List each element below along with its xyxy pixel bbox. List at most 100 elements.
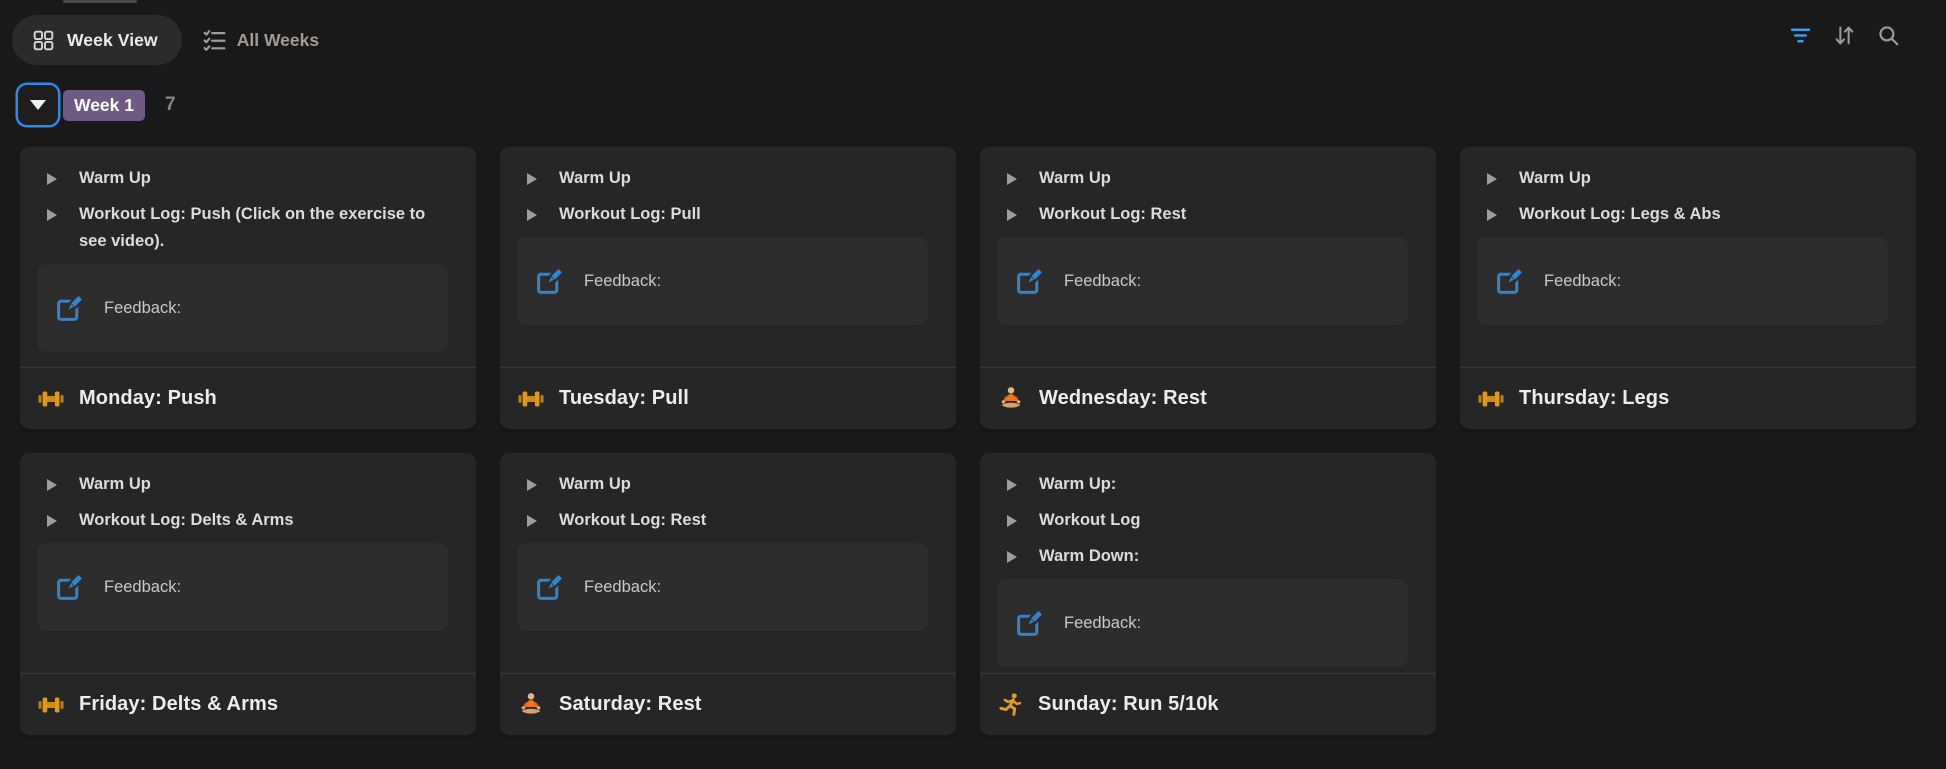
dumbbell-icon bbox=[518, 389, 544, 409]
card-title: Wednesday: Rest bbox=[1039, 387, 1207, 410]
toggle-label: Workout Log bbox=[1039, 507, 1140, 534]
toggle-arrow-icon[interactable] bbox=[47, 201, 79, 221]
group-header: Week 1 7 bbox=[18, 85, 176, 125]
edit-icon bbox=[55, 573, 84, 602]
lotus-person-icon bbox=[518, 692, 544, 718]
feedback-label: Feedback: bbox=[584, 578, 661, 597]
toggle-block[interactable]: Warm Down: bbox=[980, 543, 1436, 570]
edit-icon bbox=[1015, 267, 1044, 296]
toggle-block[interactable]: Workout Log: Delts & Arms bbox=[20, 507, 476, 534]
group-count: 7 bbox=[165, 94, 176, 116]
tab-week-view[interactable]: Week View bbox=[12, 15, 182, 65]
toggle-arrow-icon[interactable] bbox=[47, 507, 79, 527]
card-preview: Warm Up Workout Log: Push (Click on the e… bbox=[20, 147, 476, 367]
toggle-block[interactable]: Warm Up bbox=[500, 471, 956, 498]
edit-icon bbox=[1495, 267, 1524, 296]
toggle-label: Workout Log: Rest bbox=[1039, 201, 1186, 228]
toggle-block[interactable]: Workout Log: Push (Click on the exercise… bbox=[20, 201, 476, 255]
toggle-block[interactable]: Warm Up bbox=[20, 165, 476, 192]
card-title: Sunday: Run 5/10k bbox=[1038, 693, 1219, 716]
card-title: Thursday: Legs bbox=[1519, 387, 1669, 410]
card-title-row[interactable]: Sunday: Run 5/10k bbox=[980, 673, 1436, 735]
card-preview: Warm Up Workout Log: Rest Feedback: bbox=[980, 147, 1436, 367]
cards-grid: Warm Up Workout Log: Push (Click on the e… bbox=[20, 147, 1916, 735]
toggle-block[interactable]: Workout Log: Rest bbox=[980, 201, 1436, 228]
toggle-label: Warm Up bbox=[1519, 165, 1591, 192]
feedback-block[interactable]: Feedback: bbox=[517, 543, 928, 631]
feedback-block[interactable]: Feedback: bbox=[1477, 237, 1888, 325]
card-preview: Warm Up: Workout Log Warm Down: Feedback: bbox=[980, 453, 1436, 673]
toggle-arrow-icon[interactable] bbox=[1007, 471, 1039, 491]
day-card[interactable]: Warm Up Workout Log: Pull Feedback: Tuesda… bbox=[500, 147, 956, 429]
group-collapse-button[interactable] bbox=[18, 85, 58, 125]
card-title: Monday: Push bbox=[79, 387, 217, 410]
gallery-view-icon bbox=[33, 30, 54, 51]
toggle-label: Workout Log: Pull bbox=[559, 201, 701, 228]
toggle-arrow-icon[interactable] bbox=[47, 471, 79, 491]
toggle-arrow-icon[interactable] bbox=[527, 471, 559, 491]
card-title-row[interactable]: Monday: Push bbox=[20, 367, 476, 429]
tab-week-view-label: Week View bbox=[67, 30, 158, 51]
card-title-row[interactable]: Tuesday: Pull bbox=[500, 367, 956, 429]
toggle-arrow-icon[interactable] bbox=[1487, 201, 1519, 221]
toggle-arrow-icon[interactable] bbox=[527, 165, 559, 185]
tab-all-weeks[interactable]: All Weeks bbox=[203, 15, 319, 65]
feedback-label: Feedback: bbox=[1544, 272, 1621, 291]
day-card[interactable]: Warm Up: Workout Log Warm Down: Feedback: S… bbox=[980, 453, 1436, 735]
card-preview: Warm Up Workout Log: Pull Feedback: bbox=[500, 147, 956, 367]
edit-icon bbox=[535, 267, 564, 296]
card-title-row[interactable]: Wednesday: Rest bbox=[980, 367, 1436, 429]
feedback-block[interactable]: Feedback: bbox=[997, 237, 1408, 325]
top-divider-line bbox=[63, 0, 137, 3]
sort-icon[interactable] bbox=[1833, 24, 1856, 47]
dumbbell-icon bbox=[38, 695, 64, 715]
toggle-arrow-icon[interactable] bbox=[1007, 543, 1039, 563]
chevron-down-icon bbox=[30, 100, 46, 110]
toggle-label: Warm Down: bbox=[1039, 543, 1139, 570]
feedback-block[interactable]: Feedback: bbox=[37, 264, 448, 352]
feedback-block[interactable]: Feedback: bbox=[37, 543, 448, 631]
toggle-label: Workout Log: Rest bbox=[559, 507, 706, 534]
day-card[interactable]: Warm Up Workout Log: Rest Feedback: Saturd… bbox=[500, 453, 956, 735]
view-toolbar: Week View All Weeks bbox=[12, 15, 319, 65]
card-title-row[interactable]: Saturday: Rest bbox=[500, 673, 956, 735]
lotus-person-icon bbox=[998, 386, 1024, 412]
edit-icon bbox=[1015, 609, 1044, 638]
toggle-block[interactable]: Workout Log: Rest bbox=[500, 507, 956, 534]
toggle-block[interactable]: Warm Up bbox=[500, 165, 956, 192]
toggle-block[interactable]: Warm Up bbox=[1460, 165, 1916, 192]
checklist-view-icon bbox=[203, 29, 226, 52]
card-title: Friday: Delts & Arms bbox=[79, 693, 278, 716]
toggle-arrow-icon[interactable] bbox=[527, 201, 559, 221]
card-preview: Warm Up Workout Log: Legs & Abs Feedback: bbox=[1460, 147, 1916, 367]
toggle-arrow-icon[interactable] bbox=[1007, 201, 1039, 221]
feedback-block[interactable]: Feedback: bbox=[997, 579, 1408, 667]
feedback-label: Feedback: bbox=[104, 578, 181, 597]
toggle-label: Warm Up: bbox=[1039, 471, 1116, 498]
filter-icon[interactable] bbox=[1789, 24, 1812, 47]
day-card[interactable]: Warm Up Workout Log: Push (Click on the e… bbox=[20, 147, 476, 429]
toggle-arrow-icon[interactable] bbox=[1007, 507, 1039, 527]
feedback-block[interactable]: Feedback: bbox=[517, 237, 928, 325]
dumbbell-icon bbox=[1478, 389, 1504, 409]
toggle-arrow-icon[interactable] bbox=[527, 507, 559, 527]
toggle-block[interactable]: Warm Up: bbox=[980, 471, 1436, 498]
feedback-label: Feedback: bbox=[1064, 272, 1141, 291]
toggle-block[interactable]: Warm Up bbox=[20, 471, 476, 498]
toggle-arrow-icon[interactable] bbox=[1487, 165, 1519, 185]
day-card[interactable]: Warm Up Workout Log: Delts & Arms Feedback… bbox=[20, 453, 476, 735]
toggle-block[interactable]: Workout Log bbox=[980, 507, 1436, 534]
toggle-block[interactable]: Workout Log: Pull bbox=[500, 201, 956, 228]
day-card[interactable]: Warm Up Workout Log: Rest Feedback: Wednes… bbox=[980, 147, 1436, 429]
toggle-arrow-icon[interactable] bbox=[47, 165, 79, 185]
toggle-block[interactable]: Workout Log: Legs & Abs bbox=[1460, 201, 1916, 228]
tab-all-weeks-label: All Weeks bbox=[237, 30, 319, 51]
group-badge[interactable]: Week 1 bbox=[63, 90, 145, 121]
toggle-block[interactable]: Warm Up bbox=[980, 165, 1436, 192]
search-icon[interactable] bbox=[1877, 24, 1900, 47]
day-card[interactable]: Warm UpWorkout Log: Legs & AbsFeedback: … bbox=[1460, 147, 1916, 429]
toggle-arrow-icon[interactable] bbox=[1007, 165, 1039, 185]
card-title-row[interactable]: Thursday: Legs bbox=[1460, 367, 1916, 429]
edit-icon bbox=[55, 294, 84, 323]
card-title-row[interactable]: Friday: Delts & Arms bbox=[20, 673, 476, 735]
